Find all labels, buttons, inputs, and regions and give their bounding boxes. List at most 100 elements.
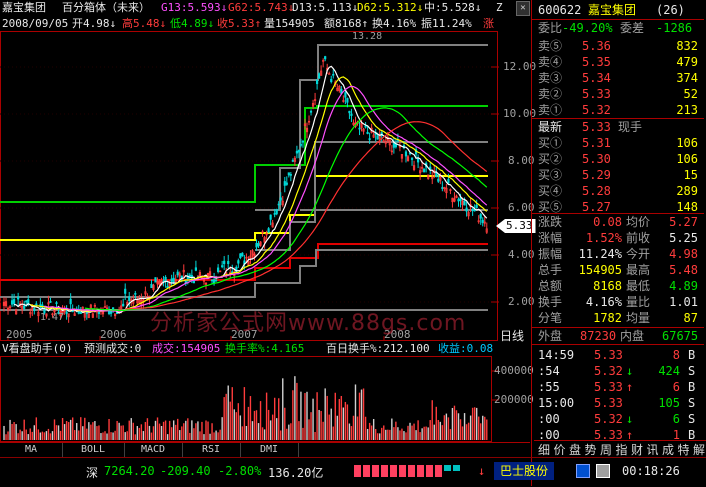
- volume-bar: [61, 417, 64, 440]
- candle-body: [346, 98, 349, 103]
- volume-bar: [276, 418, 278, 440]
- volume-bar: [471, 407, 474, 440]
- volume-bar: [282, 378, 284, 440]
- buy-row[interactable]: 买③ 5.29 15: [532, 167, 704, 183]
- volume-bar: [391, 418, 393, 440]
- volume-bar: [177, 418, 179, 440]
- volume-value: 成交:154905: [152, 342, 221, 355]
- buy-price: 5.30: [582, 152, 611, 166]
- volume-bar: [298, 421, 300, 440]
- candle-body: [17, 296, 20, 300]
- volume-title[interactable]: V看盘助手(0): [2, 341, 73, 357]
- candle-body: [475, 204, 478, 209]
- panel-tab[interactable]: 周: [600, 441, 612, 458]
- panel-tab[interactable]: 盘: [569, 441, 581, 458]
- panel-tab[interactable]: 指: [616, 441, 628, 458]
- weibi-value: -49.20%: [562, 21, 613, 35]
- index-amount: 136.20亿: [268, 466, 324, 480]
- panel-tab[interactable]: 讯: [647, 441, 659, 458]
- panel-tab[interactable]: 细: [538, 441, 550, 458]
- price-pane-frame: [0, 31, 498, 341]
- sell-volume: 479: [676, 55, 698, 69]
- volume-bar: [27, 434, 29, 440]
- tick-price: 5.33: [594, 396, 623, 410]
- volume-bar: [308, 419, 310, 440]
- volume-bar: [201, 421, 203, 440]
- panel-tab[interactable]: 势: [585, 441, 597, 458]
- tab-macd[interactable]: MACD: [124, 443, 183, 457]
- breadth-segment: [390, 465, 397, 477]
- volume-bar: [429, 420, 431, 440]
- sell-row[interactable]: 卖① 5.32 213: [532, 102, 704, 118]
- volume-bar: [219, 429, 221, 440]
- candle-body: [188, 274, 191, 277]
- tab-ma[interactable]: MA: [0, 443, 63, 457]
- stats-block: 涨跌 0.08 均价 5.27 涨幅 1.52% 前收 5.25 振幅 11.24%…: [532, 213, 704, 325]
- tick-side: S: [688, 412, 696, 426]
- tick-list[interactable]: 14:59 5.33 8 B:54 5.32 ↓ 424 S:55 5.33 ↑…: [532, 344, 704, 442]
- tick-side: B: [688, 380, 696, 394]
- weibi-row: 委比 -49.20% 委差 -1286: [532, 20, 704, 36]
- candle-body: [479, 214, 482, 219]
- volume-bar: [3, 425, 5, 440]
- stat-label: 最低: [626, 279, 651, 293]
- tab-dmi[interactable]: DMI: [240, 443, 299, 457]
- volume-bar: [120, 425, 122, 440]
- volume-bar: [37, 429, 40, 440]
- stat-label: 换手: [538, 295, 563, 309]
- buy-level-label: 买③: [538, 168, 563, 182]
- candle-body: [65, 311, 68, 314]
- volume-bar: [263, 429, 266, 440]
- indicator-name[interactable]: 百分箱体（未来）: [62, 0, 150, 16]
- sell-row[interactable]: 卖② 5.33 52: [532, 86, 704, 102]
- volume-bar: [300, 391, 302, 440]
- stat-value: 1.52%: [585, 231, 622, 245]
- panel-tab[interactable]: 特: [678, 441, 690, 458]
- latest-price: 5.33: [582, 120, 611, 134]
- volume-bar: [205, 420, 207, 440]
- volume-bar: [251, 421, 254, 440]
- sell-price: 5.36: [582, 39, 611, 53]
- volume-axis-label: 200000: [494, 393, 534, 406]
- candle-body: [396, 140, 400, 142]
- volume-bar: [484, 416, 486, 440]
- buy-row[interactable]: 买① 5.31 106: [532, 135, 704, 151]
- info-amount: 额8168↑: [324, 17, 369, 30]
- close-icon[interactable]: ✕: [516, 1, 530, 16]
- volume-bar: [239, 415, 242, 440]
- network-icon[interactable]: [596, 464, 610, 478]
- tick-volume: 424: [658, 364, 680, 378]
- breadth-segment: [399, 465, 406, 477]
- sell-row[interactable]: 卖③ 5.34 374: [532, 70, 704, 86]
- volume-bar: [187, 418, 189, 440]
- candle-body: [257, 243, 260, 247]
- sell-row[interactable]: 卖⑤ 5.36 832: [532, 38, 704, 54]
- panel-tab[interactable]: 价: [554, 441, 566, 458]
- notification-icon[interactable]: [576, 464, 590, 478]
- index-change: -209.40: [160, 464, 211, 478]
- buy-row[interactable]: 买② 5.30 106: [532, 151, 704, 167]
- volume-bar: [156, 417, 159, 440]
- volume-bar: [265, 392, 268, 440]
- buy-row[interactable]: 买④ 5.28 289: [532, 183, 704, 199]
- volume-bar: [423, 426, 425, 440]
- kline-chart[interactable]: [0, 0, 530, 457]
- panel-tab[interactable]: 解: [693, 441, 705, 458]
- panel-tab[interactable]: 成: [662, 441, 674, 458]
- hundred-day-turnover: 百日换手%:212.100: [326, 342, 430, 355]
- stock-ticker[interactable]: 巴士股份: [494, 462, 555, 480]
- daily-tab[interactable]: 日线: [500, 327, 524, 344]
- volume-bar: [98, 425, 100, 440]
- chart-area[interactable]: 嘉宝集团 百分箱体（未来） G13:5.593↓ G62:5.743↓ D13:…: [0, 0, 536, 486]
- panel-tab[interactable]: 财: [631, 441, 643, 458]
- volume-bar: [7, 431, 9, 440]
- stat-value: 5.48: [669, 263, 698, 277]
- tick-price: 5.32: [594, 412, 623, 426]
- sell-row[interactable]: 卖④ 5.35 479: [532, 54, 704, 70]
- tab-rsi[interactable]: RSI: [182, 443, 241, 457]
- buy-volume: 15: [683, 168, 698, 182]
- tab-boll[interactable]: BOLL: [62, 443, 125, 457]
- volume-bar: [425, 426, 427, 440]
- sell-price: 5.34: [582, 71, 611, 85]
- candle-body: [364, 125, 367, 128]
